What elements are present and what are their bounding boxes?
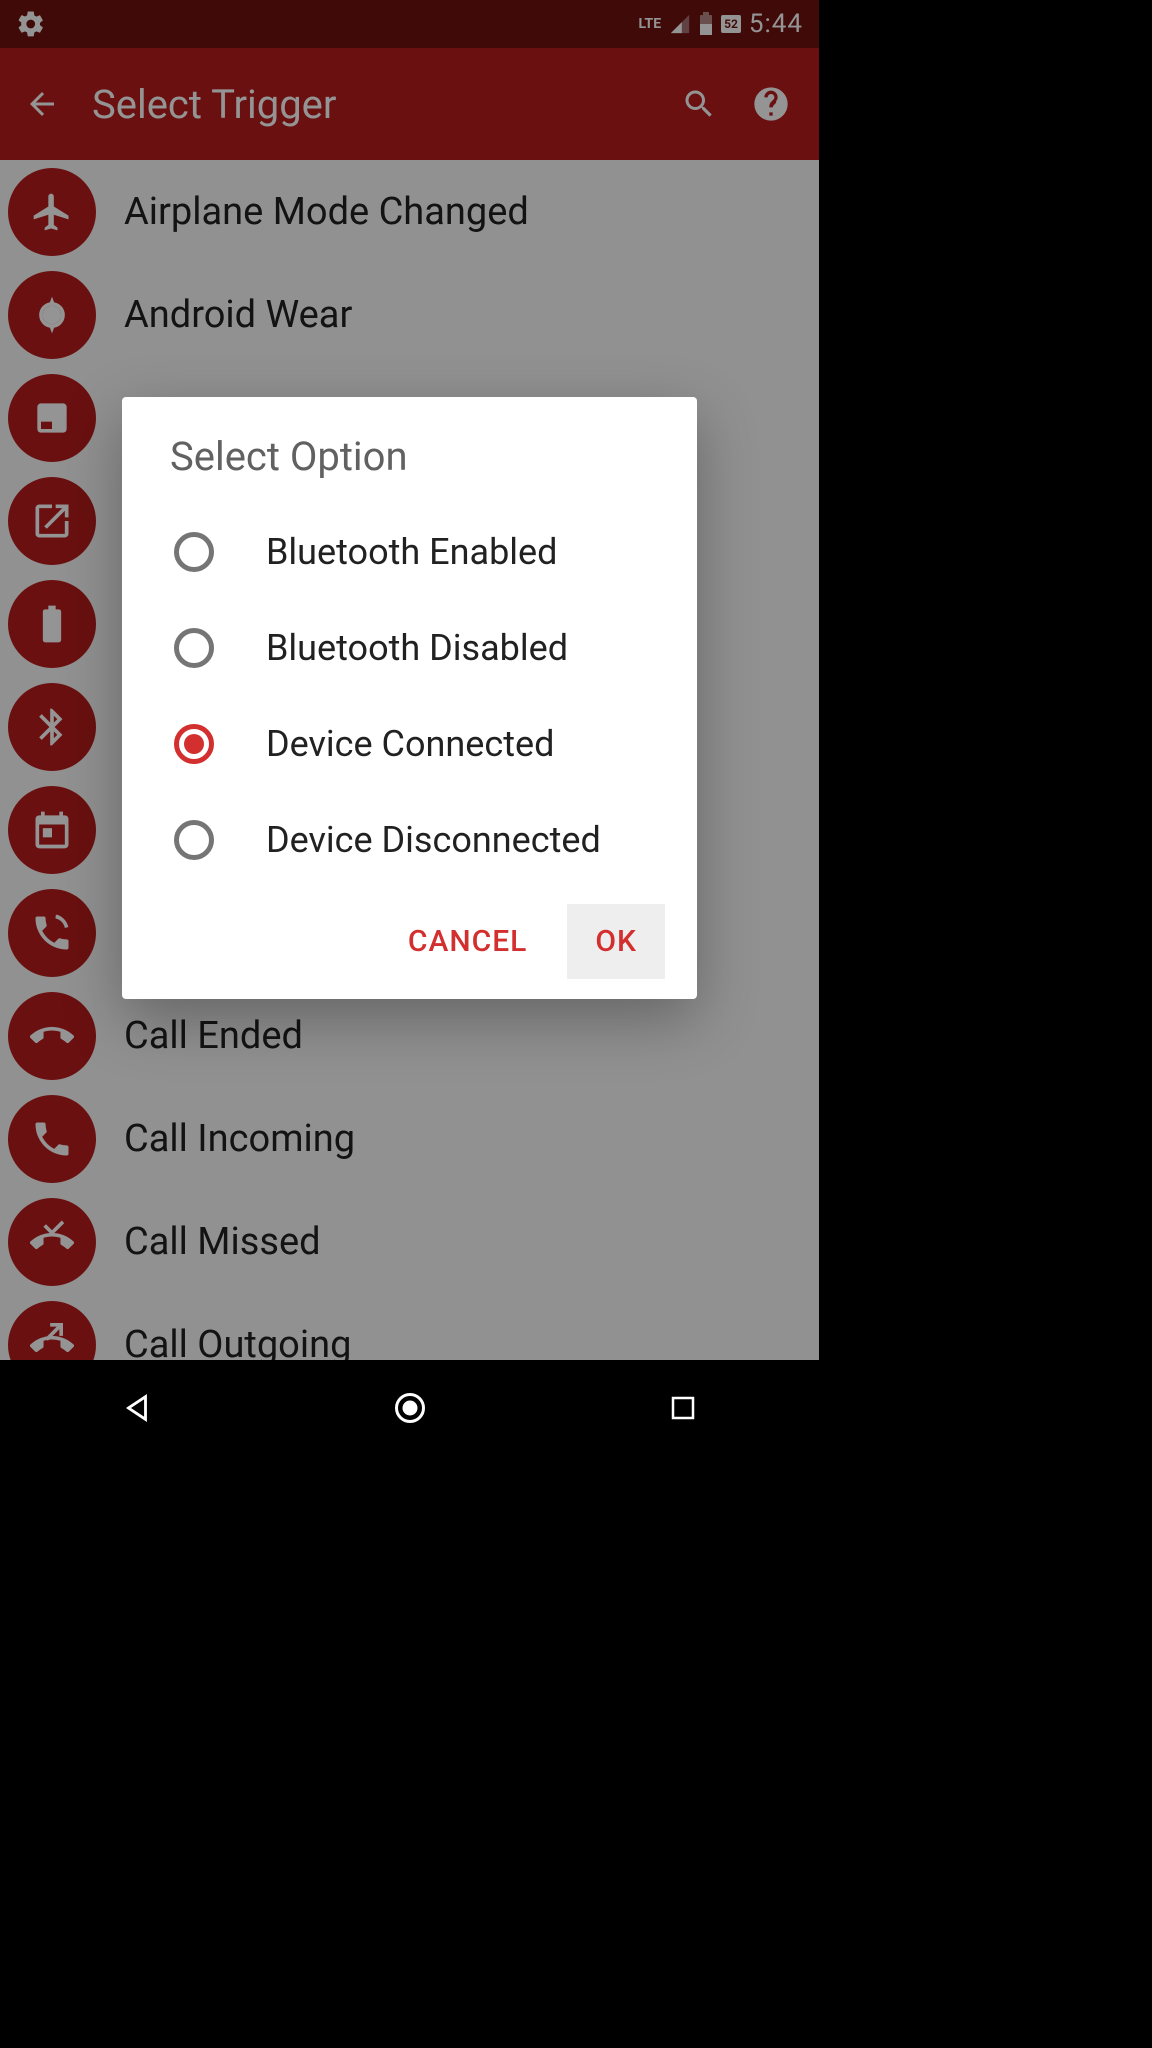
radio-option[interactable]: Device Connected bbox=[122, 696, 697, 792]
screen: LTE 52 5:44 Select Trigger Airplane Mode bbox=[0, 0, 819, 1456]
nav-back-icon[interactable] bbox=[117, 1388, 157, 1428]
radio-option[interactable]: Bluetooth Enabled bbox=[122, 504, 697, 600]
nav-home-icon[interactable] bbox=[390, 1388, 430, 1428]
radio-label: Bluetooth Enabled bbox=[266, 531, 557, 573]
ok-button[interactable]: OK bbox=[567, 904, 665, 979]
radio-icon bbox=[174, 820, 214, 860]
nav-bar bbox=[0, 1360, 819, 1456]
radio-label: Bluetooth Disabled bbox=[266, 627, 568, 669]
radio-icon bbox=[174, 628, 214, 668]
radio-option[interactable]: Device Disconnected bbox=[122, 792, 697, 888]
select-option-dialog: Select Option Bluetooth Enabled Bluetoot… bbox=[122, 397, 697, 999]
radio-group: Bluetooth Enabled Bluetooth Disabled Dev… bbox=[122, 504, 697, 888]
cancel-button[interactable]: CANCEL bbox=[380, 904, 556, 979]
dialog-title: Select Option bbox=[122, 397, 697, 504]
dialog-actions: CANCEL OK bbox=[122, 888, 697, 979]
radio-option[interactable]: Bluetooth Disabled bbox=[122, 600, 697, 696]
radio-icon bbox=[174, 724, 214, 764]
radio-label: Device Disconnected bbox=[266, 819, 601, 861]
radio-label: Device Connected bbox=[266, 723, 554, 765]
nav-recent-icon[interactable] bbox=[663, 1388, 703, 1428]
radio-icon bbox=[174, 532, 214, 572]
